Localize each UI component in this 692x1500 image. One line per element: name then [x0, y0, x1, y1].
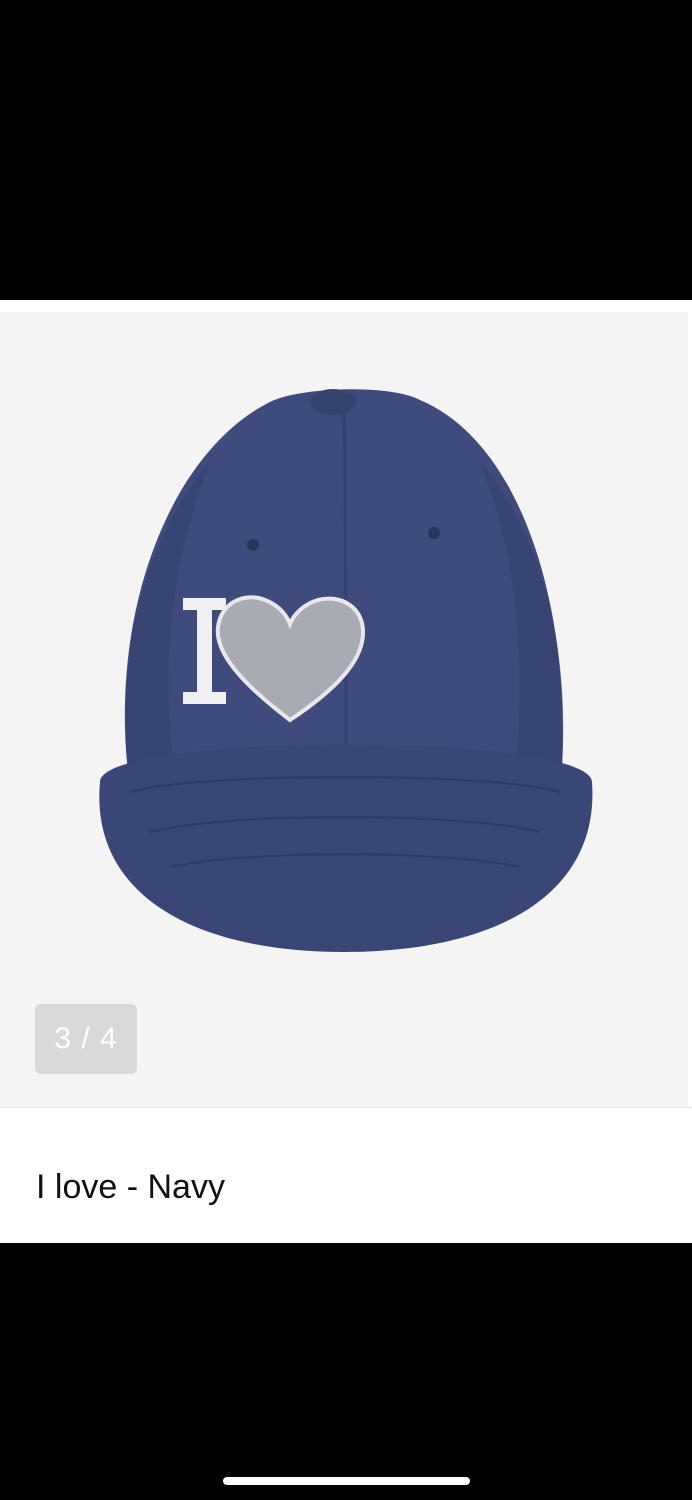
cap-brim: [99, 744, 593, 952]
bottom-black-bar: [0, 1243, 692, 1500]
image-counter-badge: 3 / 4: [35, 1004, 137, 1074]
cap-eyelet-right: [428, 527, 440, 539]
home-indicator[interactable]: [223, 1477, 470, 1485]
cap-eyelet-left: [247, 539, 259, 551]
cap-image: [99, 389, 593, 952]
product-card: 3 / 4 I love - Navy: [0, 300, 692, 1243]
divider: [0, 1107, 692, 1108]
product-title[interactable]: I love - Navy: [36, 1162, 225, 1212]
top-black-bar: [0, 0, 692, 300]
cap-button: [310, 389, 356, 415]
product-image-carousel[interactable]: 3 / 4: [0, 312, 688, 1107]
